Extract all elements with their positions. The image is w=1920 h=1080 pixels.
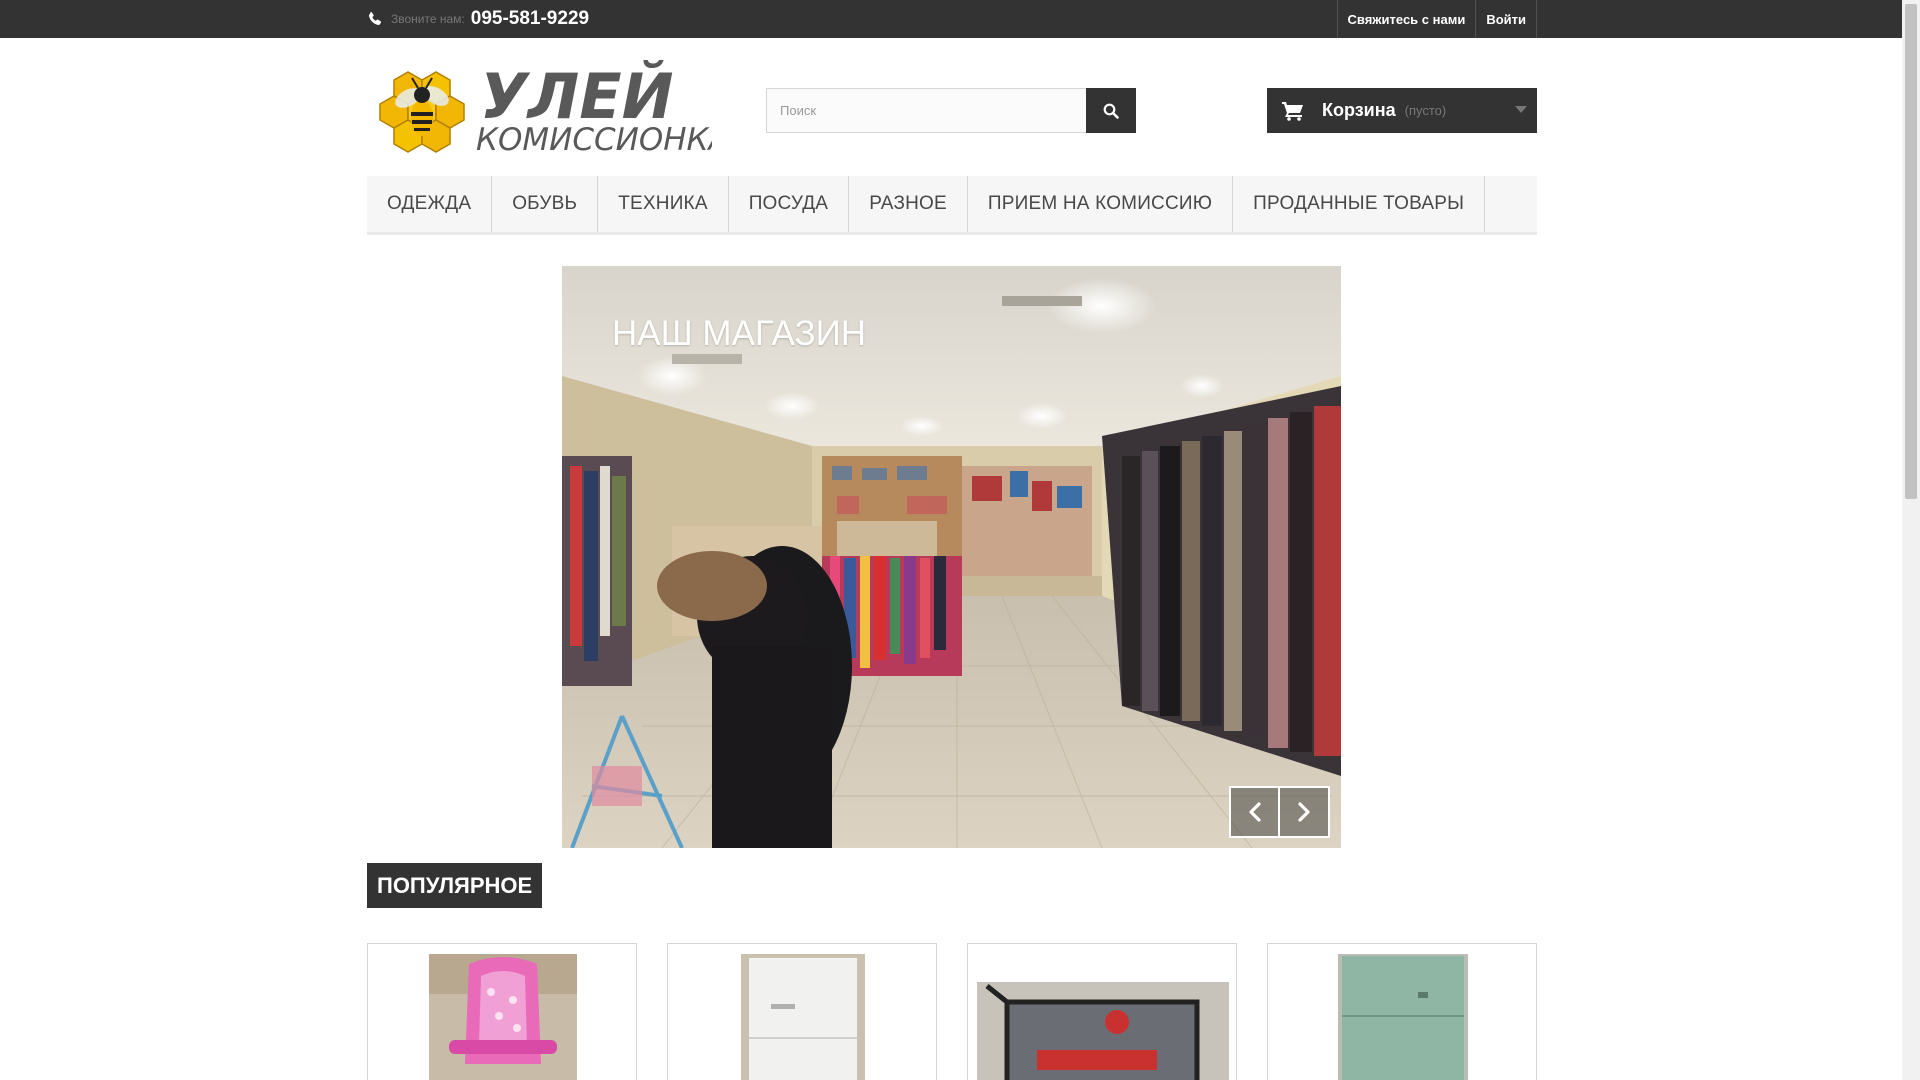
chevron-right-icon bbox=[1298, 802, 1310, 822]
site-logo[interactable]: УЛЕЙ КОМИССИОНКА bbox=[372, 50, 730, 158]
login-link[interactable]: Войти bbox=[1475, 0, 1537, 38]
search-block bbox=[766, 88, 1136, 133]
product-image-highchair bbox=[429, 954, 577, 1080]
popular-tab[interactable]: Популярное bbox=[367, 863, 543, 908]
search-input[interactable] bbox=[766, 88, 1086, 133]
product-list bbox=[367, 943, 1537, 1080]
search-button[interactable] bbox=[1086, 88, 1136, 133]
menu-item-shoes[interactable]: Обувь bbox=[492, 176, 599, 232]
cart-title: Корзина bbox=[1322, 100, 1396, 120]
menu-item-consignment[interactable]: Прием на комиссию bbox=[968, 176, 1234, 232]
product-card[interactable] bbox=[1267, 943, 1537, 1080]
menu-item-clothes[interactable]: Одежда bbox=[367, 176, 493, 232]
logo-subtitle: КОМИССИОНКА bbox=[476, 122, 712, 158]
menu-item-misc[interactable]: Разное bbox=[849, 176, 968, 232]
slider-next-button[interactable] bbox=[1280, 786, 1330, 838]
menu-item-dishes[interactable]: Посуда bbox=[729, 176, 850, 232]
product-card[interactable] bbox=[967, 943, 1237, 1080]
product-image-green-fridge bbox=[1338, 954, 1468, 1080]
cart-status: (пусто) bbox=[1404, 103, 1447, 118]
top-bar: Звоните нам: 095-581-9229 Свяжитесь с на… bbox=[0, 0, 1902, 38]
chevron-down-icon bbox=[1515, 106, 1527, 113]
cart-icon bbox=[1282, 101, 1303, 121]
page-scrollbar[interactable] bbox=[1902, 0, 1920, 1080]
phone-block: Звоните нам: 095-581-9229 bbox=[367, 0, 589, 38]
phone-icon bbox=[368, 12, 382, 25]
product-card[interactable] bbox=[367, 943, 637, 1080]
product-card[interactable] bbox=[667, 943, 937, 1080]
phone-label: Звоните нам: bbox=[391, 12, 465, 26]
logo-graphic: УЛЕЙ КОМИССИОНКА bbox=[379, 60, 730, 158]
top-links: Свяжитесь с нами Войти bbox=[1336, 0, 1537, 38]
contact-link[interactable]: Свяжитесь с нами bbox=[1336, 0, 1476, 38]
top-bar-inner: Звоните нам: 095-581-9229 Свяжитесь с на… bbox=[367, 0, 1537, 38]
slide-caption: Наш магазин bbox=[612, 314, 867, 353]
scrollbar-thumb[interactable] bbox=[1905, 4, 1917, 499]
slider-prev-button[interactable] bbox=[1229, 786, 1280, 838]
search-icon bbox=[1103, 103, 1119, 119]
menu-item-appliances[interactable]: Техника bbox=[598, 176, 729, 232]
chevron-left-icon bbox=[1248, 802, 1261, 822]
main-menu: Одежда Обувь Техника Посуда Разное Прием… bbox=[367, 176, 1537, 235]
slider-controls bbox=[1229, 786, 1330, 838]
menu-item-sold[interactable]: Проданные товары bbox=[1233, 176, 1486, 232]
product-image-fridge bbox=[741, 954, 865, 1080]
home-slider[interactable]: Наш магазин bbox=[562, 266, 1341, 848]
product-image-generator bbox=[977, 982, 1229, 1080]
cart-button[interactable]: Корзина (пусто) bbox=[1267, 88, 1537, 133]
phone-number[interactable]: 095-581-9229 bbox=[471, 8, 589, 30]
